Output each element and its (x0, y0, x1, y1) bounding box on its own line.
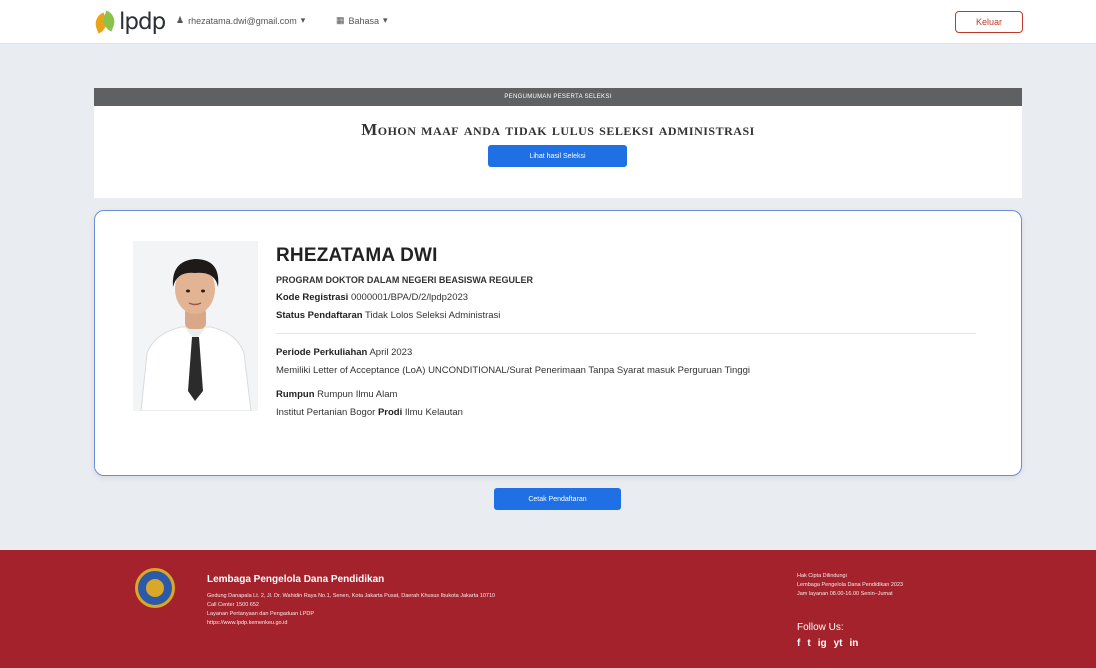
registration-code-label: Kode Registrasi (276, 292, 349, 303)
youtube-icon[interactable]: yt (834, 638, 843, 649)
announcement-panel: PENGUMUMAN PESERTA SELEKSI Mohon maaf an… (94, 88, 1022, 198)
kemenkeu-emblem-icon (135, 568, 175, 608)
footer-call-center: Call Center 1500 652 (207, 602, 259, 608)
footer-website-link[interactable]: https://www.lpdp.kemenkeu.go.id (207, 619, 647, 628)
footer-copyright: Hak Cipta Dilindungi (797, 573, 847, 579)
study-period-row: Periode Perkuliahan April 2023 (276, 347, 996, 358)
footer-address-block: Gedung Danapala Lt. 2, Jl. Dr. Wahidin R… (207, 592, 647, 628)
print-registration-button[interactable]: Cetak Pendaftaran (494, 488, 621, 510)
linkedin-icon[interactable]: in (849, 638, 858, 649)
follow-us-label: Follow Us: (797, 622, 844, 633)
facebook-icon[interactable]: f (797, 638, 800, 649)
field-row: Rumpun Rumpun Ilmu Alam (276, 389, 996, 400)
university-row: Institut Pertanian Bogor Prodi Ilmu Kela… (276, 407, 996, 418)
registration-status-value: Tidak Lolos Seleksi Administrasi (365, 310, 501, 321)
registration-status-row: Status Pendaftaran Tidak Lolos Seleksi A… (276, 310, 996, 321)
user-menu[interactable]: ♟ rhezatama.dwi@gmail.com ▾ (176, 15, 305, 26)
applicant-name: RHEZATAMA DWI (276, 245, 438, 266)
applicant-info: RHEZATAMA DWI PROGRAM DOKTOR DALAM NEGER… (276, 245, 996, 418)
lpdp-leaf-icon (92, 10, 118, 34)
footer-copyright-org: Lembaga Pengelola Dana Pendidikan 2023 (797, 582, 904, 588)
study-period-label: Periode Perkuliahan (276, 347, 368, 358)
footer-org-name: Lembaga Pengelola Dana Pendidikan (207, 574, 385, 585)
field-label: Rumpun (276, 389, 315, 400)
applicant-profile-card: RHEZATAMA DWI PROGRAM DOKTOR DALAM NEGER… (94, 210, 1022, 476)
footer: Lembaga Pengelola Dana Pendidikan Gedung… (0, 550, 1096, 668)
twitter-icon[interactable]: t (807, 638, 810, 649)
language-menu[interactable]: ▦ Bahasa ▾ (336, 15, 388, 26)
university-name: Institut Pertanian Bogor (276, 407, 376, 418)
field-value: Rumpun Ilmu Alam (317, 389, 398, 400)
applicant-photo (133, 241, 258, 411)
study-program-value: Ilmu Kelautan (404, 407, 463, 418)
footer-address: Gedung Danapala Lt. 2, Jl. Dr. Wahidin R… (207, 593, 496, 599)
study-program-label: Prodi (377, 407, 403, 418)
instagram-icon[interactable]: ig (818, 638, 827, 649)
user-email: rhezatama.dwi@gmail.com (188, 15, 297, 26)
scholarship-program: PROGRAM DOKTOR DALAM NEGERI BEASISWA REG… (276, 275, 534, 285)
announcement-header: PENGUMUMAN PESERTA SELEKSI (94, 88, 1022, 106)
grid-icon: ▦ (336, 15, 345, 25)
footer-hours: Jam layanan 08.00-16.00 Senin–Jumat (797, 591, 893, 597)
registration-status-label: Status Pendaftaran (276, 310, 363, 321)
lpdp-logo[interactable]: lpdp (92, 8, 166, 36)
view-result-button[interactable]: Lihat hasil Seleksi (488, 145, 627, 167)
chevron-down-icon: ▾ (300, 15, 306, 25)
divider (276, 333, 976, 334)
logo-text: lpdp (119, 9, 166, 35)
announcement-title: Mohon maaf anda tidak lulus seleksi admi… (361, 120, 755, 139)
loa-text: Memiliki Letter of Acceptance (LoA) UNCO… (276, 365, 750, 376)
registration-code-value: 0000001/BPA/D/2/lpdp2023 (350, 292, 469, 303)
logout-button[interactable]: Keluar (955, 11, 1023, 33)
top-navbar: lpdp ♟ rhezatama.dwi@gmail.com ▾ ▦ Bahas… (0, 0, 1096, 44)
registration-code-row: Kode Registrasi 0000001/BPA/D/2/lpdp2023 (276, 292, 996, 303)
footer-complaints-link[interactable]: Layanan Pertanyaan dan Pengaduan LPDP (207, 610, 647, 619)
social-links: f t ig yt in (797, 638, 858, 649)
study-period-value: April 2023 (369, 347, 413, 358)
footer-info: Hak Cipta Dilindungi Lembaga Pengelola D… (797, 572, 947, 599)
language-label: Bahasa (348, 15, 380, 26)
user-icon: ♟ (176, 15, 185, 25)
chevron-down-icon: ▾ (383, 15, 388, 25)
